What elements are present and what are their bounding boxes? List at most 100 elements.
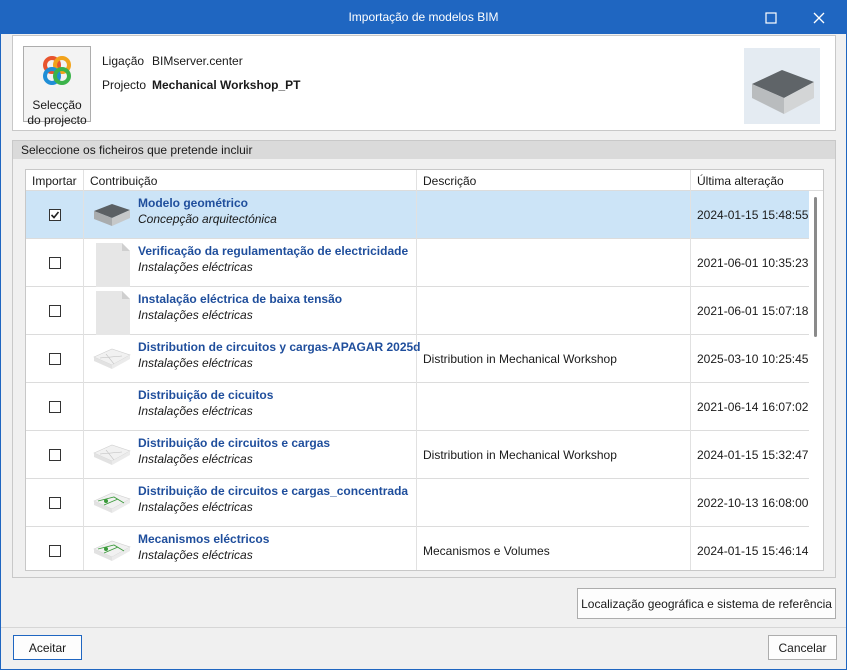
table-row[interactable]: Modelo geométrico Concepção arquitectónic… <box>26 191 809 239</box>
table-row[interactable]: Mecanismos eléctricos Instalações eléctri… <box>26 527 809 570</box>
contribution-cell: Modelo geométrico Concepção arquitectónic… <box>84 191 417 239</box>
contribution-category: Instalações eléctricas <box>138 404 253 418</box>
accept-button[interactable]: Aceitar <box>13 635 82 660</box>
import-cell <box>26 431 84 479</box>
column-header-import[interactable]: Importar <box>26 170 84 191</box>
dialog-window: Importação de modelos BIM Selecção do pr… <box>0 0 847 670</box>
description-cell <box>417 239 691 287</box>
contribution-name: Distribuição de circuitos e cargas <box>138 436 331 450</box>
contribution-name: Verificação da regulamentação de electri… <box>138 244 409 258</box>
column-header-contribution[interactable]: Contribuição <box>84 170 417 191</box>
import-checkbox[interactable] <box>49 209 61 221</box>
green-wire-thumb <box>92 483 132 523</box>
date-cell: 2022-10-13 16:08:00 <box>691 479 809 527</box>
table-row[interactable]: Distribuição de cicuitos Instalações eléc… <box>26 383 809 431</box>
column-header-description[interactable]: Descrição <box>417 170 691 191</box>
cancel-button[interactable]: Cancelar <box>768 635 837 660</box>
contribution-category: Instalações eléctricas <box>138 548 253 562</box>
import-cell <box>26 239 84 287</box>
green-wire-thumb <box>92 531 132 570</box>
document-thumb <box>92 291 132 337</box>
date-cell: 2021-06-01 10:35:23 <box>691 239 809 287</box>
project-thumbnail <box>744 48 820 124</box>
table-row[interactable]: Distribuição de circuitos e cargas_conce… <box>26 479 809 527</box>
import-cell <box>26 479 84 527</box>
description-text: Distribution in Mechanical Workshop <box>423 448 617 462</box>
connection-row: Ligação BIMserver.center <box>102 54 243 68</box>
building-model-thumb <box>92 195 132 235</box>
description-cell: Distribution in Mechanical Workshop <box>417 335 691 383</box>
project-selection-label: Selecção do projecto <box>27 98 87 127</box>
description-cell: Mecanismos e Volumes <box>417 527 691 570</box>
contribution-cell: Distribuição de cicuitos Instalações eléc… <box>84 383 417 431</box>
scrollbar-thumb[interactable] <box>814 197 817 337</box>
table-header: Importar Contribuição Descrição Última a… <box>26 170 823 191</box>
last-modified-text: 2024-01-15 15:32:47 <box>697 448 809 462</box>
geo-location-button[interactable]: Localização geográfica e sistema de refe… <box>577 588 836 619</box>
files-table: Importar Contribuição Descrição Última a… <box>25 169 824 571</box>
contribution-name: Distribuição de circuitos e cargas_conce… <box>138 484 409 498</box>
contribution-category: Instalações eléctricas <box>138 308 253 322</box>
description-cell <box>417 383 691 431</box>
contribution-category: Instalações eléctricas <box>138 452 253 466</box>
wire-model-thumb <box>92 435 132 475</box>
wire-model-thumb <box>92 339 132 379</box>
window-title: Importação de modelos BIM <box>348 10 499 24</box>
contribution-category: Instalações eléctricas <box>138 356 253 370</box>
bimserver-logo-icon <box>43 56 71 85</box>
last-modified-text: 2025-03-10 10:25:45 <box>697 352 809 366</box>
title-bar: Importação de modelos BIM <box>1 1 846 34</box>
contribution-category: Instalações eléctricas <box>138 260 253 274</box>
date-cell: 2021-06-14 16:07:02 <box>691 383 809 431</box>
last-modified-text: 2021-06-14 16:07:02 <box>697 400 809 414</box>
last-modified-text: 2021-06-01 15:07:18 <box>697 304 809 318</box>
connection-value: BIMserver.center <box>152 54 243 68</box>
vertical-scrollbar[interactable] <box>809 191 823 570</box>
import-cell <box>26 191 84 239</box>
column-header-last-modified[interactable]: Última alteração <box>691 170 809 191</box>
contribution-cell: Distribuição de circuitos e cargas_conce… <box>84 479 417 527</box>
contribution-name: Distribuição de cicuitos <box>138 388 274 402</box>
import-checkbox[interactable] <box>49 353 61 365</box>
description-cell: Distribution in Mechanical Workshop <box>417 431 691 479</box>
contribution-cell: Mecanismos eléctricos Instalações eléctri… <box>84 527 417 570</box>
import-checkbox[interactable] <box>49 545 61 557</box>
table-row[interactable]: Distribution de circuitos y cargas-APAGA… <box>26 335 809 383</box>
contribution-name: Mecanismos eléctricos <box>138 532 270 546</box>
import-checkbox[interactable] <box>49 401 61 413</box>
import-cell <box>26 527 84 570</box>
contribution-category: Concepção arquitectónica <box>138 212 277 226</box>
import-checkbox[interactable] <box>49 257 61 269</box>
maximize-icon[interactable] <box>749 1 793 34</box>
project-selection-button[interactable]: Selecção do projecto <box>23 46 91 127</box>
contribution-cell: Distribution de circuitos y cargas-APAGA… <box>84 335 421 383</box>
import-cell <box>26 335 84 383</box>
date-cell: 2021-06-01 15:07:18 <box>691 287 809 335</box>
import-cell <box>26 287 84 335</box>
contribution-name: Modelo geométrico <box>138 196 249 210</box>
files-section: Seleccione os ficheiros que pretende inc… <box>12 140 836 578</box>
contribution-name: Distribution de circuitos y cargas-APAGA… <box>138 340 421 354</box>
table-row[interactable]: Instalação eléctrica de baixa tensão Inst… <box>26 287 809 337</box>
import-checkbox[interactable] <box>49 497 61 509</box>
import-checkbox[interactable] <box>49 449 61 461</box>
table-row[interactable]: Verificação da regulamentação de electri… <box>26 239 809 289</box>
import-checkbox[interactable] <box>49 305 61 317</box>
contribution-name: Instalação eléctrica de baixa tensão <box>138 292 343 306</box>
last-modified-text: 2021-06-01 10:35:23 <box>697 256 809 270</box>
description-cell <box>417 191 691 239</box>
table-row[interactable]: Distribuição de circuitos e cargas Instal… <box>26 431 809 479</box>
project-label: Projecto <box>102 78 147 92</box>
description-cell <box>417 479 691 527</box>
contribution-category: Instalações eléctricas <box>138 500 253 514</box>
blank-thumb <box>92 387 132 427</box>
description-text: Distribution in Mechanical Workshop <box>423 352 617 366</box>
files-section-title: Seleccione os ficheiros que pretende inc… <box>13 141 835 159</box>
close-icon[interactable] <box>797 1 841 34</box>
description-text: Mecanismos e Volumes <box>423 544 550 558</box>
description-cell <box>417 287 691 335</box>
date-cell: 2024-01-15 15:48:55 <box>691 191 809 239</box>
last-modified-text: 2024-01-15 15:48:55 <box>697 208 809 222</box>
contribution-cell: Verificação da regulamentação de electri… <box>84 239 417 289</box>
contribution-cell: Instalação eléctrica de baixa tensão Inst… <box>84 287 417 337</box>
